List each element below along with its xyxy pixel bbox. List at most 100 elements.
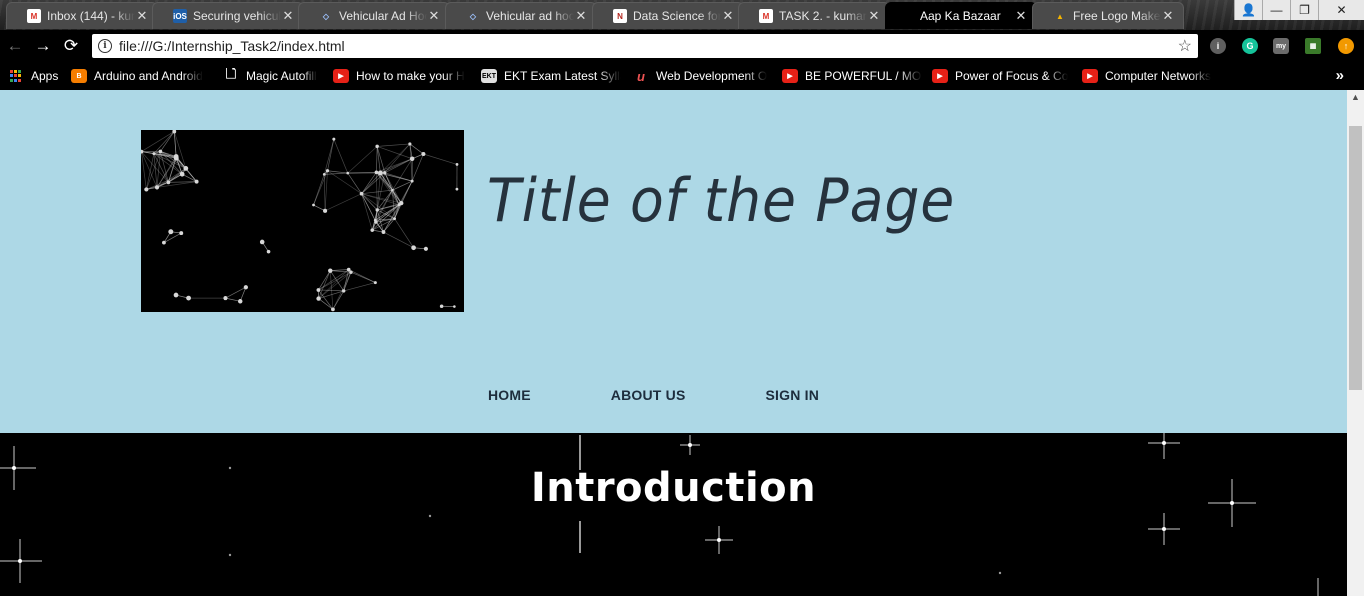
tab-close-icon[interactable]: ✕ (1014, 8, 1028, 24)
network-node (325, 169, 330, 173)
nav-home-link[interactable]: HOME (488, 387, 531, 403)
browser-tab[interactable]: Aap Ka Bazaar ✕ (885, 2, 1037, 29)
network-line (160, 131, 175, 152)
bookmark-label: EKT Exam Latest Sylla (504, 69, 621, 83)
bookmark-label: Computer Networks (1105, 69, 1212, 83)
network-line (239, 287, 247, 302)
network-line (423, 153, 458, 165)
network-node (375, 208, 379, 212)
network-node (373, 218, 377, 222)
bookmark-item[interactable]: ▶ Computer Networks (1082, 68, 1211, 84)
network-node (383, 171, 387, 175)
network-node (374, 170, 379, 175)
profile-icon[interactable]: 👤 (1234, 0, 1262, 20)
minimize-icon[interactable]: — (1262, 0, 1290, 20)
browser-tab[interactable]: M Inbox (144) - kumar✕ (6, 2, 158, 29)
sparkle-star (680, 435, 700, 455)
bookmark-label: Web Development O (656, 69, 768, 83)
sparkle-star (0, 539, 42, 583)
browser-tab[interactable]: M TASK 2. - kumar ✕ (738, 2, 890, 29)
network-line (141, 131, 175, 152)
network-node (312, 203, 315, 207)
tab-title: Data Science for (633, 9, 721, 23)
network-node (381, 230, 386, 234)
nav-sign-in-link[interactable]: SIGN IN (766, 387, 820, 403)
extension-info-icon[interactable]: i (1210, 38, 1226, 54)
network-node (370, 228, 375, 232)
bookmark-item[interactable]: 🗋 Magic Autofill (223, 68, 317, 84)
restore-icon[interactable]: ❐ (1290, 0, 1318, 20)
back-arrow-icon[interactable]: ← (5, 36, 25, 56)
forward-arrow-icon[interactable]: → (33, 36, 53, 56)
update-extension-icon[interactable]: ↑ (1338, 38, 1354, 54)
network-node (316, 288, 321, 292)
tab-title: Securing vehicular (193, 9, 281, 23)
network-node (144, 187, 149, 192)
network-line (163, 232, 182, 243)
tab-close-icon[interactable]: ✕ (721, 8, 735, 24)
tab-close-icon[interactable]: ✕ (1161, 8, 1175, 24)
network-node (455, 187, 459, 191)
close-window-icon[interactable]: ✕ (1318, 0, 1364, 20)
ios-icon: iOS (173, 9, 187, 23)
sparkle-star (705, 526, 733, 554)
network-node (331, 307, 335, 312)
tab-title: Vehicular ad hoc (486, 9, 574, 23)
bookmark-item[interactable]: u Web Development O (633, 68, 767, 84)
bookmark-item[interactable]: ▶ How to make your H (333, 68, 465, 84)
network-node (439, 304, 444, 308)
bookmark-item[interactable]: ▶ BE POWERFUL / MOT (782, 68, 922, 84)
page-viewport: Title of the Page HOME ABOUT US SIGN IN … (0, 90, 1347, 596)
network-node (152, 152, 156, 156)
network-line (376, 146, 378, 173)
scroll-up-arrow-icon[interactable]: ▲ (1347, 92, 1364, 106)
network-line (181, 173, 197, 182)
bookmark-item[interactable]: EKT EKT Exam Latest Sylla (481, 68, 621, 84)
tab-close-icon[interactable]: ✕ (135, 8, 149, 24)
bookmark-item[interactable]: Apps (10, 68, 58, 84)
tab-close-icon[interactable]: ✕ (427, 8, 441, 24)
scrollbar-thumb[interactable] (1349, 126, 1362, 390)
address-bar[interactable]: i file:///G:/Internship_Task2/index.html… (92, 34, 1198, 58)
nav-about-us-link[interactable]: ABOUT US (611, 387, 686, 403)
bookmark-star-icon[interactable]: ☆ (1178, 36, 1192, 56)
network-node (332, 137, 336, 141)
bookmark-item[interactable]: ▶ Power of Focus & Co (932, 68, 1068, 84)
network-line (394, 218, 414, 248)
page-scrollbar[interactable]: ▲ (1347, 90, 1364, 596)
network-line (327, 170, 362, 195)
page-icon: 🗋 (223, 68, 239, 83)
network-line (347, 172, 362, 194)
browser-tab[interactable]: N Data Science for ✕ (592, 2, 744, 29)
tab-close-icon[interactable]: ✕ (867, 8, 881, 24)
browser-tab[interactable]: ◇ Vehicular ad hoc ✕ (445, 2, 597, 29)
bookmark-item[interactable]: B Arduino and Android (71, 68, 203, 84)
network-node (323, 208, 328, 213)
extension-grid-icon[interactable]: ▦ (1305, 38, 1321, 54)
tab-close-icon[interactable]: ✕ (281, 8, 295, 24)
bookmarks-overflow-chevron-icon[interactable]: » (1336, 67, 1344, 84)
udemy-icon: u (633, 69, 649, 84)
apps-grid-icon (10, 70, 22, 82)
site-info-icon[interactable]: i (98, 39, 112, 53)
browser-tab[interactable]: iOS Securing vehicular✕ (152, 2, 304, 29)
network-line (343, 282, 376, 292)
network-line (383, 231, 414, 249)
network-line (153, 131, 175, 154)
browser-tab[interactable]: ◇ Vehicular Ad Hoc ✕ (298, 2, 450, 29)
network-node (393, 217, 397, 221)
network-node (375, 144, 379, 149)
grammarly-icon[interactable]: G (1242, 38, 1258, 54)
network-node (179, 171, 185, 177)
myapps-extension-icon[interactable]: my (1273, 38, 1289, 54)
bookmark-label: Arduino and Android (94, 69, 203, 83)
network-node (322, 173, 326, 176)
tab-close-icon[interactable]: ✕ (574, 8, 588, 24)
page-title: Title of the Page (487, 166, 956, 236)
network-node (183, 166, 189, 171)
address-url[interactable]: file:///G:/Internship_Task2/index.html (119, 38, 345, 54)
document-icon: ◇ (466, 9, 480, 23)
sparkle-star (1148, 513, 1180, 545)
reload-icon[interactable]: ⟳ (61, 36, 81, 56)
browser-tab[interactable]: ▲ Free Logo Maker ✕ (1032, 2, 1184, 29)
